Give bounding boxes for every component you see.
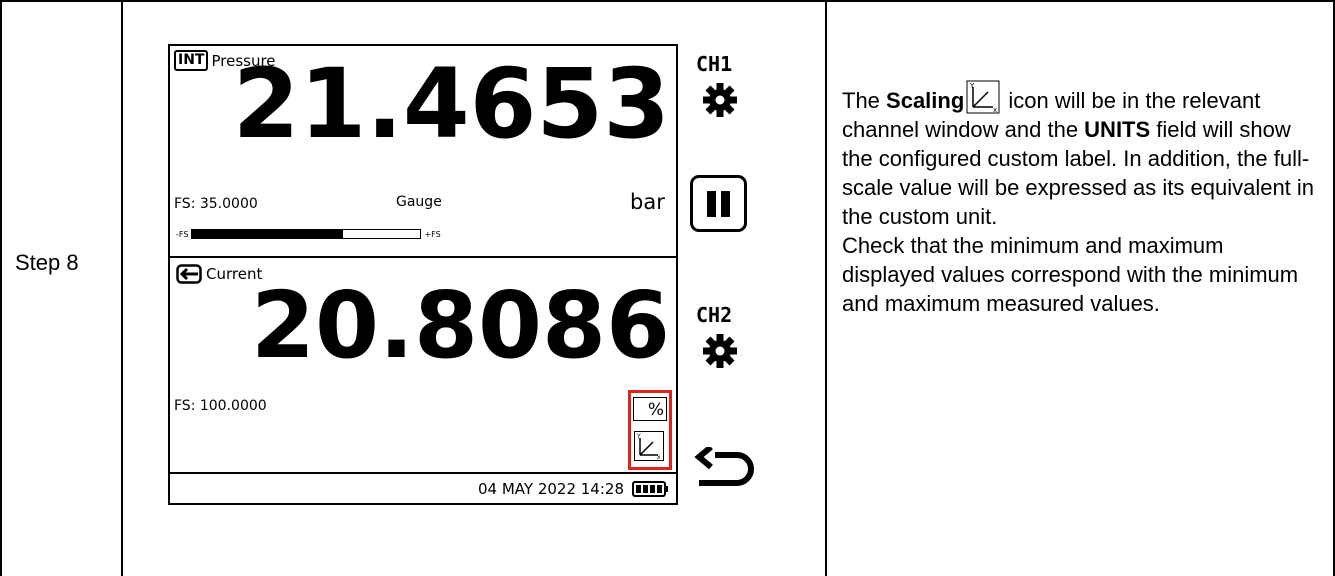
step-description: The Scaling Y x icon will be in the rele…: [842, 80, 1322, 318]
ch2-fs: FS: 100.0000: [174, 398, 267, 414]
ch2-reading: 20.8086: [250, 272, 670, 379]
back-arrow-icon[interactable]: [693, 447, 755, 491]
desc-bold-scaling: Scaling: [886, 88, 965, 113]
channel-divider: [170, 256, 676, 258]
ch1-range-bar: -FS +FS: [176, 228, 441, 240]
svg-text:x: x: [993, 106, 997, 114]
pause-icon-bar-left: [707, 191, 716, 217]
bar-min-label: -FS: [176, 229, 189, 239]
scaling-icon: Y x: [634, 431, 664, 461]
desc-text: The: [842, 88, 887, 113]
svg-text:Y: Y: [636, 433, 641, 440]
pause-button[interactable]: [690, 175, 747, 232]
ch1-unit: bar: [630, 190, 665, 214]
battery-icon: [632, 481, 668, 497]
pause-icon-bar-right: [721, 191, 730, 217]
step-label: Step 8: [15, 250, 79, 275]
svg-text:Y: Y: [969, 82, 975, 90]
table-border-col2: [825, 0, 827, 576]
ch2-settings-gear-icon[interactable]: [700, 331, 740, 371]
ch2-header: Current: [176, 264, 262, 284]
bar-max-label: +FS: [424, 229, 441, 239]
desc-check-text: Check that the minimum and maximum displ…: [842, 233, 1299, 316]
ch2-label: CH2: [696, 303, 733, 327]
ch1-mode: Gauge: [396, 194, 442, 210]
ch1-fs: FS: 35.0000: [174, 196, 258, 212]
scaling-inline-icon: Y x: [966, 80, 1000, 114]
ch1-reading: 21.4653: [232, 48, 670, 160]
status-datetime: 04 MAY 2022 14:28: [478, 480, 624, 498]
int-badge: INT: [174, 50, 209, 71]
table-border-left: [0, 0, 2, 576]
device-screen: INT Pressure 21.4653 FS: 35.0000 Gauge b…: [168, 44, 678, 505]
desc-bold-units: UNITS: [1084, 117, 1151, 142]
bar-track: [191, 229, 422, 239]
ch1-label: CH1: [696, 52, 733, 76]
status-bar: 04 MAY 2022 14:28: [170, 472, 676, 503]
ch1-settings-gear-icon[interactable]: [700, 80, 740, 120]
table-border-top: [0, 0, 1335, 2]
ch2-unit: %: [633, 397, 667, 421]
bar-fill: [192, 230, 343, 238]
svg-text:x: x: [657, 454, 661, 460]
scaling-highlight: % Y x: [628, 390, 672, 470]
input-arrow-icon: [176, 264, 202, 284]
table-border-col1: [121, 0, 123, 576]
